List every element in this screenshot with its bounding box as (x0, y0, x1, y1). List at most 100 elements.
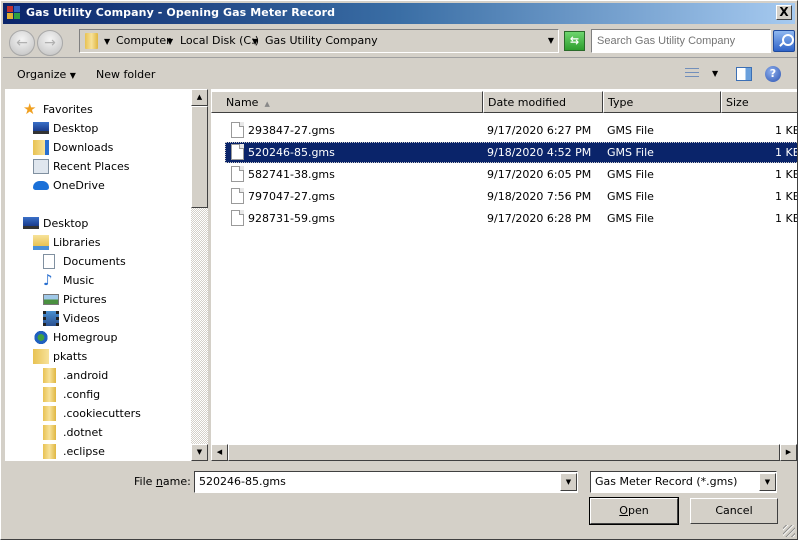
tree-item-label: Music (63, 274, 95, 287)
file-size: 1 KB (775, 146, 797, 159)
file-size: 1 KB (775, 124, 797, 137)
file-name: 293847-27.gms (248, 124, 335, 137)
file-name: 520246-85.gms (248, 146, 335, 159)
organize-label: Organize (17, 68, 67, 81)
file-icon (231, 166, 244, 182)
file-date: 9/17/2020 6:05 PM (487, 168, 592, 181)
chevron-down-icon: ▼ (69, 71, 76, 80)
resize-grip[interactable] (783, 525, 795, 537)
address-dropdown-icon[interactable]: ▼ (548, 36, 554, 45)
folder-icon (43, 444, 56, 459)
tree-item-label: Documents (63, 255, 126, 268)
libraries-icon (33, 235, 49, 250)
file-name-dropdown-button[interactable]: ▼ (560, 473, 577, 491)
file-row[interactable]: 928731-59.gms 9/17/2020 6:28 PM GMS File 1 … (225, 208, 797, 229)
tree-item-label: .config (63, 388, 101, 401)
address-bar[interactable]: ▼ Computer ▼ Local Disk (C:) ▼ Gas Utili… (79, 29, 559, 53)
column-header-date[interactable]: Date modified (483, 91, 603, 113)
breadcrumb-gas-utility-company[interactable]: Gas Utility Company (265, 34, 378, 47)
file-icon (231, 122, 244, 138)
file-type: GMS File (607, 168, 654, 181)
star-icon: ★ (23, 100, 37, 118)
close-button[interactable]: X (776, 5, 792, 20)
search-input[interactable] (591, 29, 771, 53)
breadcrumb-computer[interactable]: Computer (116, 34, 171, 47)
tree-item-label: Desktop (43, 217, 89, 230)
file-type: GMS File (607, 146, 654, 159)
file-icon (231, 144, 244, 160)
file-list: Name ▲ Date modified Type Size 293847-27.… (211, 89, 797, 444)
sort-ascending-icon: ▲ (264, 100, 270, 108)
scroll-left-button[interactable]: ◀ (211, 444, 228, 461)
organize-button[interactable]: Organize ▼ (17, 68, 76, 81)
column-header-size[interactable]: Size (721, 91, 797, 113)
breadcrumb-local-disk[interactable]: Local Disk (C:) (180, 34, 259, 47)
list-horizontal-scrollbar[interactable]: ◀ ▶ (211, 444, 797, 461)
column-header-name[interactable]: Name ▲ (211, 91, 483, 113)
file-name: 582741-38.gms (248, 168, 335, 181)
file-size: 1 KB (775, 168, 797, 181)
file-type-dropdown-button[interactable]: ▼ (759, 473, 776, 491)
file-row[interactable]: 797047-27.gms 9/18/2020 7:56 PM GMS File 1 … (225, 186, 797, 207)
file-row[interactable]: 582741-38.gms 9/17/2020 6:05 PM GMS File 1 … (225, 164, 797, 185)
file-date: 9/17/2020 6:27 PM (487, 124, 592, 137)
folder-icon (43, 425, 56, 440)
user-folder-icon (33, 349, 49, 364)
scroll-thumb[interactable] (228, 444, 780, 461)
tree-item-label: Pictures (63, 293, 107, 306)
tree-item-label: .dotnet (63, 426, 103, 439)
pictures-icon (43, 294, 59, 305)
tree-scrollbar[interactable]: ▲ ▼ (191, 89, 208, 461)
breadcrumb-separator[interactable]: ▼ (104, 34, 110, 47)
file-icon (231, 188, 244, 204)
help-icon[interactable]: ? (765, 66, 781, 82)
file-type-select[interactable]: Gas Meter Record (*.gms) (590, 471, 777, 493)
desktop-icon (33, 122, 49, 134)
forward-button[interactable]: → (37, 30, 63, 56)
tree-item-label: Homegroup (53, 331, 118, 344)
back-arrow-icon: ← (16, 35, 28, 51)
tree-item-label: .eclipse (63, 445, 105, 458)
file-date: 9/18/2020 4:52 PM (487, 146, 592, 159)
breadcrumb-separator[interactable]: ▼ (167, 34, 173, 47)
forward-arrow-icon: → (44, 35, 56, 51)
column-header-type[interactable]: Type (603, 91, 721, 113)
scroll-up-button[interactable]: ▲ (191, 89, 208, 106)
recent-places-icon (33, 159, 49, 174)
file-name: 797047-27.gms (248, 190, 335, 203)
refresh-icon: ⇆ (569, 34, 580, 47)
refresh-button[interactable]: ⇆ (564, 31, 585, 51)
file-name-input[interactable]: 520246-85.gms (194, 471, 578, 493)
breadcrumb-separator[interactable]: ▼ (252, 34, 258, 47)
open-button[interactable]: Open (589, 497, 679, 525)
tree-item-label: .cookiecutters (63, 407, 141, 420)
cancel-button[interactable]: Cancel (690, 498, 778, 524)
file-size: 1 KB (775, 190, 797, 203)
view-options-icon[interactable] (685, 68, 699, 79)
tree-item-label: Favorites (43, 103, 93, 116)
scroll-right-button[interactable]: ▶ (780, 444, 797, 461)
title-bar: Gas Utility Company - Opening Gas Meter … (3, 3, 795, 24)
app-icon (7, 6, 22, 21)
file-name: 928731-59.gms (248, 212, 335, 225)
file-row[interactable]: 520246-85.gms 9/18/2020 4:52 PM GMS File 1 … (225, 142, 797, 163)
back-button[interactable]: ← (9, 30, 35, 56)
navigation-bar: ← → ▼ Computer ▼ Local Disk (C:) ▼ Gas U… (3, 26, 797, 58)
downloads-icon (33, 140, 49, 155)
document-icon (43, 254, 55, 269)
new-folder-button[interactable]: New folder (96, 68, 155, 81)
tree-item-label: Recent Places (53, 160, 130, 173)
tree-item-label: Libraries (53, 236, 101, 249)
view-dropdown-icon[interactable]: ▼ (712, 69, 718, 78)
scroll-thumb[interactable] (191, 106, 208, 208)
music-icon: ♪ (43, 271, 53, 289)
folder-icon (43, 387, 56, 402)
toolbar: Organize ▼ New folder ▼ ? (3, 59, 797, 89)
search-button[interactable] (773, 30, 795, 52)
file-row[interactable]: 293847-27.gms 9/17/2020 6:27 PM GMS File 1 … (225, 120, 797, 141)
file-date: 9/17/2020 6:28 PM (487, 212, 592, 225)
file-type: GMS File (607, 212, 654, 225)
scroll-down-button[interactable]: ▼ (191, 444, 208, 461)
cloud-icon (33, 181, 49, 190)
preview-pane-icon[interactable] (736, 67, 752, 81)
